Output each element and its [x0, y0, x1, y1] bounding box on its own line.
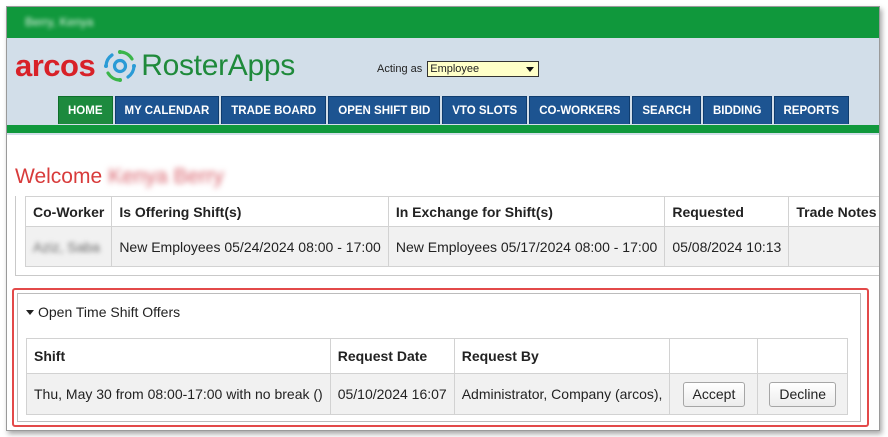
- chevron-down-icon: [526, 67, 535, 72]
- accept-button[interactable]: Accept: [682, 381, 746, 407]
- table-row[interactable]: Aziz, Saba New Employees 05/24/2024 08:0…: [24, 226, 879, 267]
- offers-title: Open Time Shift Offers: [38, 304, 181, 320]
- col-shift: Shift: [26, 338, 331, 374]
- col-trade-notes: Trade Notes: [788, 196, 879, 227]
- requested-date: 05/08/2024 10:13: [664, 226, 790, 267]
- col-accept: [669, 338, 759, 374]
- col-co-worker: Co-Worker: [24, 196, 113, 227]
- offering-shift: New Employees 05/24/2024 08:00 - 17:00: [111, 226, 389, 267]
- logo: arcos RosterApps: [15, 46, 295, 86]
- col-is-offering: Is Offering Shift(s): [111, 196, 389, 227]
- tab-trade-board[interactable]: TRADE BOARD: [221, 96, 327, 124]
- app-window: Berry, Kenya arcos RosterApps Acting as …: [6, 6, 880, 431]
- offer-request-date: 05/10/2024 16:07: [329, 373, 455, 415]
- coworker-name: Aziz, Saba: [33, 238, 100, 255]
- top-bar: Berry, Kenya: [7, 7, 879, 38]
- table-header-row: Shift Request Date Request By: [26, 338, 848, 374]
- tab-co-workers[interactable]: CO-WORKERS: [529, 96, 631, 124]
- table-row: Thu, May 30 from 08:00-17:00 with no bre…: [26, 373, 848, 415]
- welcome-label: Welcome: [15, 165, 103, 188]
- col-decline: [757, 338, 848, 374]
- offer-shift: Thu, May 30 from 08:00-17:00 with no bre…: [26, 373, 331, 415]
- open-time-shift-offers-panel: Open Time Shift Offers Shift Request Dat…: [17, 293, 861, 422]
- offers-toggle[interactable]: Open Time Shift Offers: [26, 304, 180, 320]
- nav-underline: [7, 125, 879, 133]
- header: arcos RosterApps Acting as Employee HOME…: [7, 38, 879, 135]
- offers-table: Shift Request Date Request By Thu, May 3…: [26, 338, 848, 415]
- user-name: Berry, Kenya: [25, 15, 94, 29]
- col-in-exchange: In Exchange for Shift(s): [387, 196, 666, 227]
- rosterapps-logo-icon: [104, 50, 137, 82]
- col-request-by: Request By: [453, 338, 671, 374]
- tab-bidding[interactable]: BIDDING: [702, 96, 772, 124]
- rosterapps-logo-text: RosterApps: [141, 49, 295, 82]
- table-header-row: Co-Worker Is Offering Shift(s) In Exchan…: [24, 196, 879, 227]
- col-request-date: Request Date: [329, 338, 455, 374]
- tab-reports[interactable]: REPORTS: [773, 96, 850, 124]
- welcome-heading: Welcome Kenya Berry: [15, 165, 224, 189]
- main-nav: HOME MY CALENDAR TRADE BOARD OPEN SHIFT …: [58, 96, 851, 125]
- tab-home[interactable]: HOME: [58, 96, 113, 124]
- offer-request-by: Administrator, Company (arcos),: [453, 373, 671, 415]
- acting-as: Acting as Employee: [377, 61, 540, 77]
- acting-as-select[interactable]: Employee: [427, 61, 540, 77]
- acting-as-label: Acting as: [377, 63, 423, 75]
- tab-vto-slots[interactable]: VTO SLOTS: [442, 96, 528, 124]
- decline-button[interactable]: Decline: [769, 381, 837, 407]
- caret-down-icon: [26, 309, 34, 315]
- trade-requests-table: Co-Worker Is Offering Shift(s) In Exchan…: [24, 196, 879, 267]
- trade-notes: [788, 226, 879, 267]
- trade-requests-panel: Co-Worker Is Offering Shift(s) In Exchan…: [15, 196, 879, 276]
- exchange-shift: New Employees 05/17/2024 08:00 - 17:00: [387, 226, 666, 267]
- welcome-user-name: Kenya Berry: [108, 165, 224, 188]
- arcos-logo-text: arcos: [15, 48, 96, 83]
- col-requested: Requested: [664, 196, 790, 227]
- tab-search[interactable]: SEARCH: [632, 96, 701, 124]
- tab-my-calendar[interactable]: MY CALENDAR: [114, 96, 220, 124]
- tab-open-shift-bid[interactable]: OPEN SHIFT BID: [328, 96, 441, 124]
- acting-as-value: Employee: [430, 63, 480, 75]
